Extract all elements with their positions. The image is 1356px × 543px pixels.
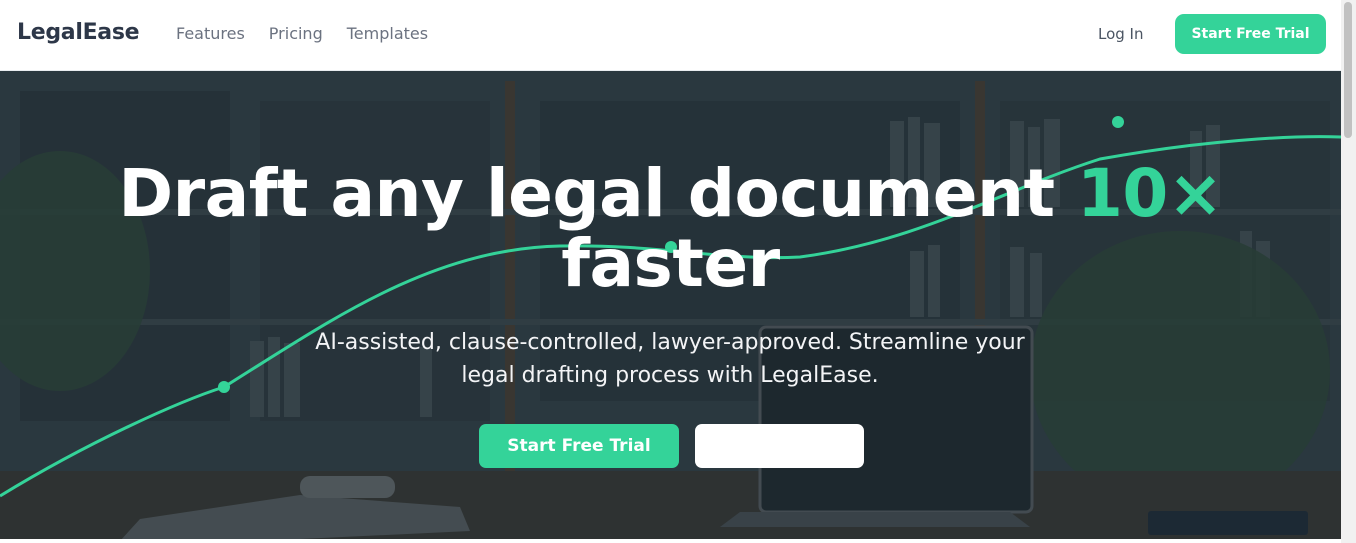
page-scrollbar-thumb[interactable] — [1344, 2, 1352, 138]
top-navbar: LegalEase Features Pricing Templates Log… — [0, 0, 1341, 71]
nav-links: Features Pricing Templates — [176, 24, 428, 43]
nav-link-templates[interactable]: Templates — [347, 24, 428, 43]
login-link[interactable]: Log In — [1098, 25, 1144, 43]
brand-logo[interactable]: LegalEase — [17, 20, 140, 45]
secondary-cta-button[interactable] — [695, 424, 864, 468]
headline-line2: faster — [561, 225, 780, 302]
headline-main: Draft any legal document — [118, 155, 1055, 232]
hero-subtitle: AI-assisted, clause-controlled, lawyer-a… — [270, 326, 1070, 392]
start-free-trial-button-hero[interactable]: Start Free Trial — [479, 424, 679, 468]
subtitle-line1: AI-assisted, clause-controlled, lawyer-a… — [315, 330, 1025, 355]
headline-accent: 10× — [1077, 155, 1223, 232]
hero-section: Draft any legal document 10× faster AI-a… — [0, 71, 1341, 539]
nav-link-features[interactable]: Features — [176, 24, 245, 43]
hero-headline: Draft any legal document 10× faster — [0, 159, 1341, 299]
start-free-trial-button-nav[interactable]: Start Free Trial — [1175, 14, 1326, 54]
growth-curve-decoration — [0, 116, 1341, 498]
nav-link-pricing[interactable]: Pricing — [269, 24, 323, 43]
subtitle-line2: legal drafting process with LegalEase. — [461, 363, 879, 388]
